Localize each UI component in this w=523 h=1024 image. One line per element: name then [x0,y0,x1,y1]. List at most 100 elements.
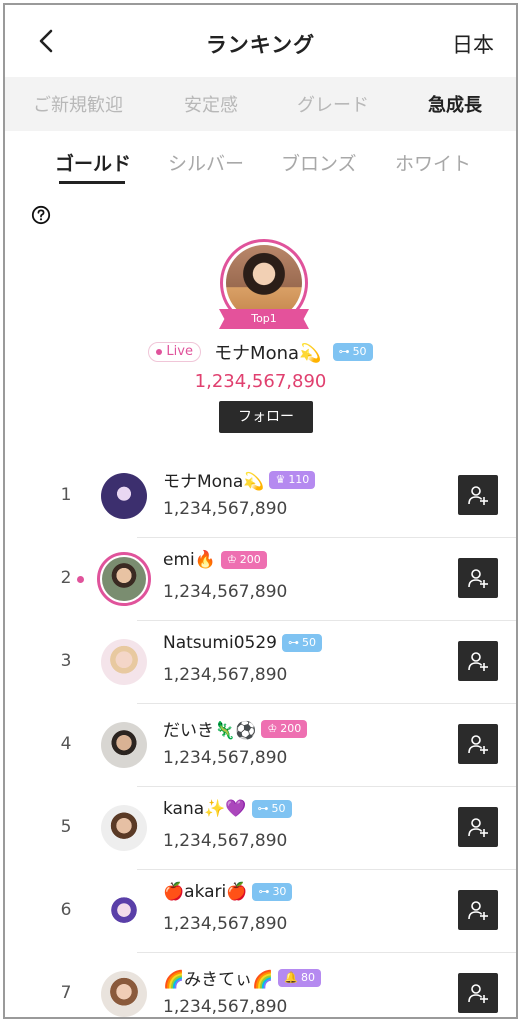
tab-stability[interactable]: 安定感 [184,91,238,117]
top-score: 1,234,567,890 [194,371,327,392]
top-name: モナMona💫 [214,343,322,364]
avatar-image [102,557,146,601]
add-user-button[interactable] [458,973,498,1013]
tier-tabs: ゴールド シルバー ブロンズ ホワイト [5,141,516,187]
bell-icon: 🔔 [284,970,299,984]
tab-silver[interactable]: シルバー [168,149,244,176]
list-item[interactable]: 5 kana✨💜 ⊶ 50 1,234,567,890 [5,787,516,870]
badge-value: 80 [301,970,316,984]
avatar[interactable] [101,722,147,768]
ranking-list: 1 モナMona💫 ♛ 110 1,234,567,890 2 emi🔥 ♔ 200 1… [5,455,516,1017]
level-badge: ⊶ 50 [281,634,322,652]
list-item[interactable]: 3 Natsumi0529 ⊶ 50 1,234,567,890 [5,621,516,704]
user-score: 1,234,567,890 [163,582,288,602]
avatar[interactable] [101,805,147,851]
page-title: ランキング [205,33,316,57]
user-score: 1,234,567,890 [163,831,288,851]
avatar-image [101,888,147,934]
user-name: kana✨💜 ⊶ 50 [163,799,292,819]
add-user-icon [468,901,488,920]
rank-number: 7 [60,983,72,1003]
user-name: 🍎akari🍎 ⊶ 30 [163,882,293,902]
add-user-button[interactable] [458,641,498,681]
key-icon: ⊶ [287,636,299,649]
avatar[interactable] [101,888,147,934]
tab-white[interactable]: ホワイト [395,149,471,176]
list-item[interactable]: 4 だいき🦎⚽ ♔ 200 1,234,567,890 [5,704,516,787]
avatar-image [101,473,147,519]
level-badge: ⊶ 30 [252,883,293,901]
avatar-image [101,805,147,851]
user-name-text: モナMona💫 [163,472,265,492]
badge-value: 50 [352,345,367,358]
top-ribbon: Top1 [219,309,309,329]
level-badge: ♛ 110 [269,470,316,489]
user-name: 🌈みきてぃ🌈 🔔 80 [163,965,322,990]
add-user-button[interactable] [458,558,498,598]
level-badge: ⊶ 50 [332,343,373,361]
tab-grade[interactable]: グレード [297,91,369,117]
rank-number: 6 [60,900,72,920]
category-tabs: ご新規歓迎 安定感 グレード 急成長 [5,77,516,131]
tab-gold[interactable]: ゴールド [55,149,131,176]
avatar[interactable] [101,971,147,1017]
app-frame: ランキング 日本 ご新規歓迎 安定感 グレード 急成長 ゴールド シルバー ブロ… [3,3,518,1019]
tab-newcomer[interactable]: ご新規歓迎 [33,91,123,117]
user-score: 1,234,567,890 [163,914,288,934]
add-user-button[interactable] [458,890,498,930]
user-name-text: emi🔥 [163,550,216,570]
avatar[interactable] [97,552,151,606]
add-user-button[interactable] [458,475,498,515]
live-dot-icon [77,576,84,583]
clock-icon: ♔ [267,721,278,735]
question-circle-icon[interactable] [31,205,51,225]
rank-number: 1 [60,485,72,505]
badge-value: 110 [288,472,310,486]
top-info: Live モナMona💫 ⊶ 50 [5,339,516,364]
list-item[interactable]: 1 モナMona💫 ♛ 110 1,234,567,890 [5,455,516,538]
avatar[interactable] [101,639,147,685]
user-name-text: kana✨💜 [163,799,247,819]
user-name: Natsumi0529 ⊶ 50 [163,633,322,653]
user-name: モナMona💫 ♛ 110 [163,467,316,492]
tab-bronze[interactable]: ブロンズ [281,149,357,176]
avatar-image [101,971,147,1017]
user-score: 1,234,567,890 [163,665,288,685]
user-score: 1,234,567,890 [163,499,288,519]
user-name-text: 🌈みきてぃ🌈 [163,970,274,990]
list-item[interactable]: 6 🍎akari🍎 ⊶ 30 1,234,567,890 [5,870,516,953]
user-name-text: 🍎akari🍎 [163,882,248,902]
region-selector[interactable]: 日本 [452,29,494,59]
active-tab-underline [59,181,125,184]
add-user-button[interactable] [458,724,498,764]
live-dot-icon [156,348,163,355]
user-score: 1,234,567,890 [163,748,288,768]
header: ランキング 日本 [5,5,516,77]
crown-icon: ♛ [275,472,286,486]
avatar[interactable] [101,473,147,519]
rank-number: 5 [60,817,72,837]
user-score: 1,234,567,890 [163,997,288,1017]
top-ranker: Top1 Live モナMona💫 ⊶ 50 1,234,567,890 フォロー [5,233,516,443]
badge-value: 200 [280,721,302,735]
live-badge: Live [148,342,201,362]
user-name-text: だいき🦎⚽ [163,721,257,741]
user-name: だいき🦎⚽ ♔ 200 [163,716,308,741]
badge-value: 30 [272,885,287,898]
add-user-icon [468,984,488,1003]
badge-value: 50 [271,802,286,815]
key-icon: ⊶ [258,885,270,898]
add-user-button[interactable] [458,807,498,847]
key-icon: ⊶ [338,345,350,358]
list-item[interactable]: 7 🌈みきてぃ🌈 🔔 80 1,234,567,890 [5,953,516,1017]
list-item[interactable]: 2 emi🔥 ♔ 200 1,234,567,890 [5,538,516,621]
level-badge: ♔ 200 [261,719,308,738]
add-user-icon [468,486,488,505]
add-user-icon [468,735,488,754]
add-user-icon [468,818,488,837]
tab-rapid-growth[interactable]: 急成長 [428,91,482,117]
live-label: Live [166,344,193,359]
badge-value: 200 [239,553,261,566]
rank-number: 4 [60,734,72,754]
follow-button[interactable]: フォロー [219,401,313,433]
